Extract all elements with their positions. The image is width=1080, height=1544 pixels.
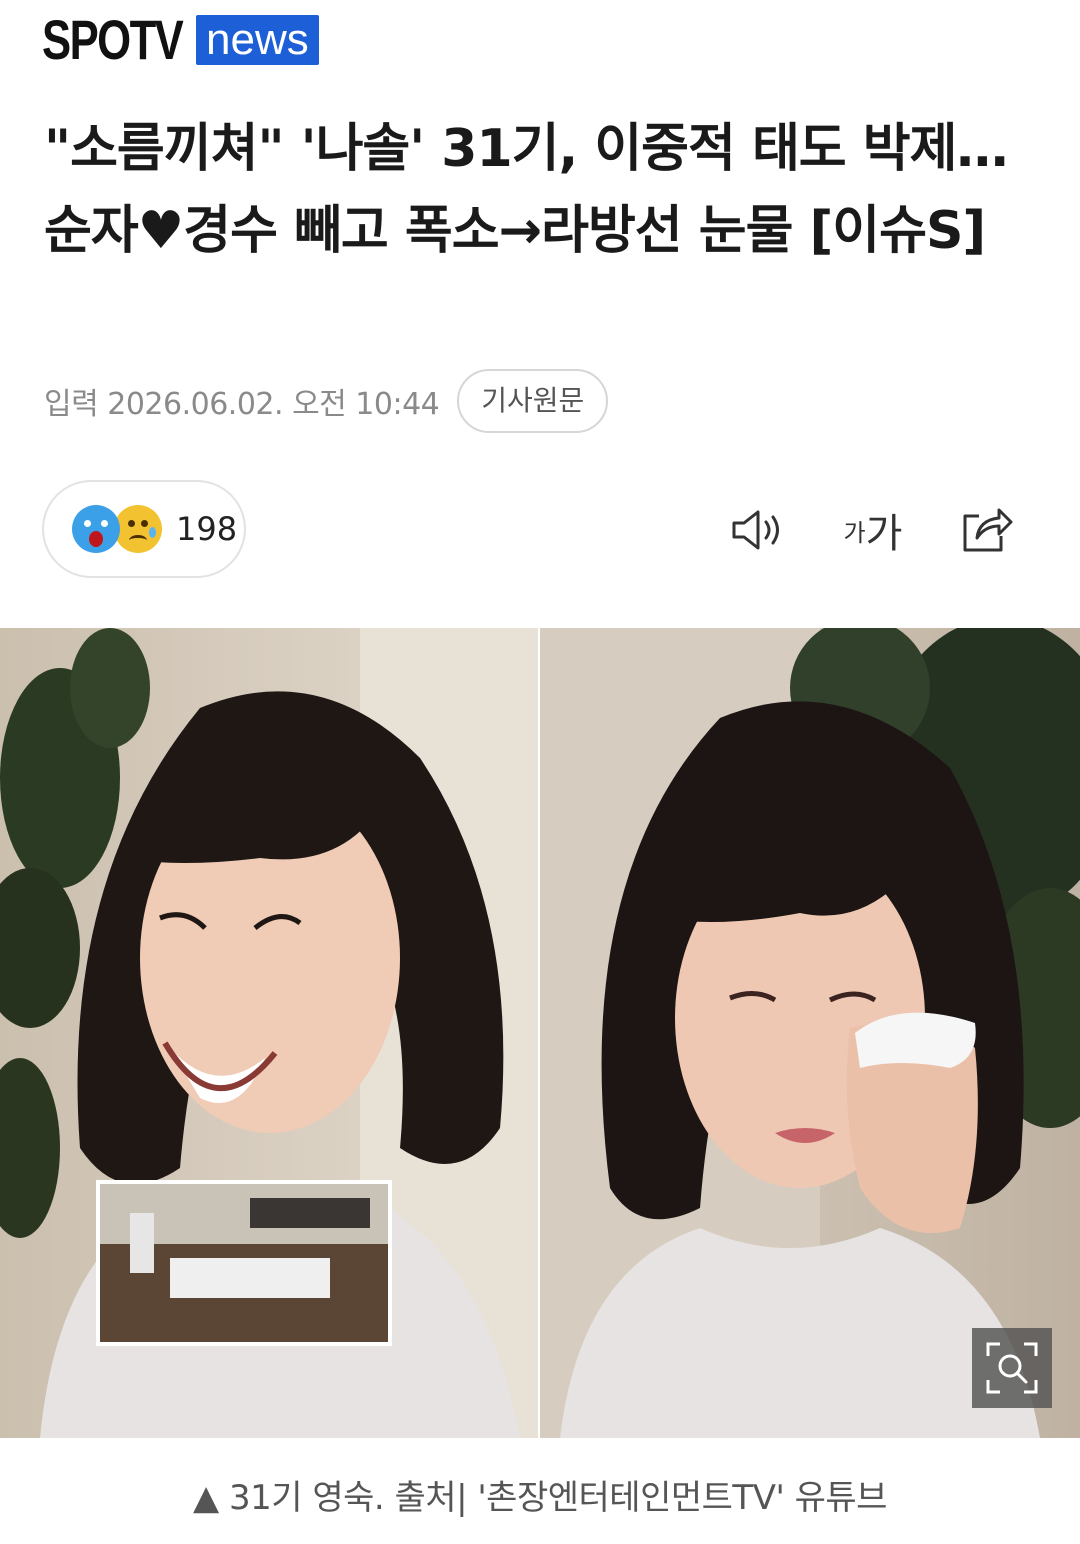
article-headline: "소름끼쳐" '나솔' 31기, 이중적 태도 박제…순자♥경수 빼고 폭소→라… (44, 119, 1008, 261)
reaction-button[interactable]: 198 (42, 480, 246, 578)
speaker-icon[interactable] (728, 500, 788, 560)
sad-emoji-icon (114, 505, 162, 553)
reaction-count: 198 (176, 510, 238, 548)
logo-spotv-text: SPOTV (42, 8, 184, 71)
zoom-icon[interactable] (972, 1328, 1052, 1408)
original-article-button[interactable]: 기사원문 (457, 369, 609, 433)
font-size-button[interactable]: 가가 (838, 500, 908, 560)
photo-caption: ▲ 31기 영숙. 출처| '촌장엔터테인먼트TV' 유튜브 (193, 1478, 887, 1518)
logo-news-badge: news (196, 15, 319, 65)
surprised-emoji-icon (72, 505, 120, 553)
published-date: 입력 2026.06.02. 오전 10:44 (44, 387, 440, 422)
article-meta: 입력 2026.06.02. 오전 10:44 기사원문 (44, 369, 609, 433)
font-size-large-label: 가 (865, 511, 903, 557)
article-photo[interactable] (0, 628, 1080, 1438)
font-size-small-label: 가 (843, 518, 866, 547)
spotv-news-logo[interactable]: SPOTV news (42, 12, 319, 68)
share-icon[interactable] (956, 500, 1016, 560)
